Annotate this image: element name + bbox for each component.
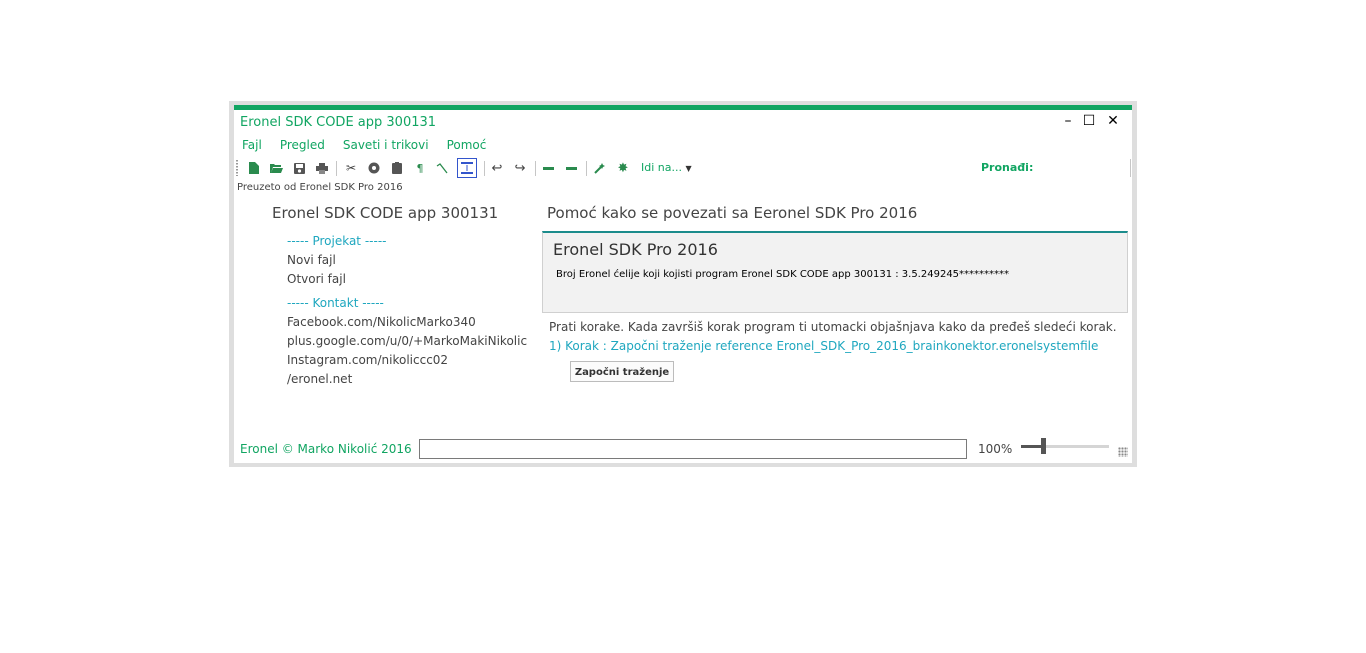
step-link[interactable]: 1) Korak : Započni traženje reference Er… bbox=[549, 339, 1098, 353]
zoom-slider-fill bbox=[1021, 445, 1043, 448]
contacts-header: ----- Kontakt ----- bbox=[287, 296, 384, 310]
title-accent-bar bbox=[234, 105, 1132, 110]
window-title: Eronel SDK CODE app 300131 bbox=[240, 115, 437, 130]
paste-icon[interactable] bbox=[389, 160, 405, 176]
line-tool-icon[interactable] bbox=[434, 160, 450, 176]
source-note: Preuzeto od Eronel SDK Pro 2016 bbox=[237, 182, 403, 193]
toolbar-grip[interactable] bbox=[236, 160, 238, 176]
link-website[interactable]: /eronel.net bbox=[287, 372, 352, 386]
zoom-slider[interactable] bbox=[1021, 438, 1109, 454]
start-search-button[interactable]: Započni traženje bbox=[570, 361, 674, 382]
link-new-file[interactable]: Novi fajl bbox=[287, 253, 336, 267]
minus-icon[interactable] bbox=[540, 160, 556, 176]
link-google-plus[interactable]: plus.google.com/u/0/+MarkoMakiNikolic bbox=[287, 334, 527, 348]
toolbar-separator bbox=[336, 161, 337, 176]
link-open-file[interactable]: Otvori fajl bbox=[287, 272, 346, 286]
undo-icon[interactable]: ↩ bbox=[489, 160, 505, 176]
chevron-down-icon: ▼ bbox=[685, 164, 692, 173]
instructions-text: Prati korake. Kada završiš korak program… bbox=[549, 320, 1117, 334]
link-facebook[interactable]: Facebook.com/NikolicMarko340 bbox=[287, 315, 476, 329]
menu-fajl[interactable]: Fajl bbox=[242, 136, 262, 154]
status-input[interactable] bbox=[419, 439, 967, 459]
star-icon[interactable]: ✸ bbox=[615, 160, 631, 176]
copyright-text: Eronel © Marko Nikolić 2016 bbox=[240, 442, 412, 456]
app-window: Eronel SDK CODE app 300131 – ☐ ✕ Fajl Pr… bbox=[234, 105, 1132, 463]
redo-icon[interactable]: ↪ bbox=[512, 160, 528, 176]
toolbar-separator bbox=[586, 161, 587, 176]
minus-icon[interactable] bbox=[563, 160, 579, 176]
info-box-text: Broj Eronel ćelije koji kojisti program … bbox=[556, 269, 1010, 280]
toolbar-end bbox=[1130, 159, 1131, 177]
print-icon[interactable] bbox=[314, 160, 330, 176]
left-panel-title: Eronel SDK CODE app 300131 bbox=[272, 204, 499, 222]
menu-pomoc[interactable]: Pomoć bbox=[447, 136, 487, 154]
toolbar: ✂ ¶ ↩ ↪ ✸ Idi na... ▼ Pronađi: bbox=[234, 158, 1132, 178]
menu-saveti[interactable]: Saveti i trikovi bbox=[343, 136, 429, 154]
info-box-title: Eronel SDK Pro 2016 bbox=[553, 240, 718, 259]
menu-bar: Fajl Pregled Saveti i trikovi Pomoć bbox=[242, 136, 504, 154]
close-button[interactable]: ✕ bbox=[1102, 112, 1124, 130]
projects-header: ----- Projekat ----- bbox=[287, 234, 387, 248]
zoom-slider-thumb[interactable] bbox=[1041, 438, 1046, 454]
goto-label: Idi na... bbox=[641, 161, 682, 174]
resize-grip[interactable] bbox=[1118, 447, 1128, 457]
new-file-icon[interactable] bbox=[246, 160, 262, 176]
minimize-button[interactable]: – bbox=[1057, 112, 1079, 130]
magic-brush-icon[interactable] bbox=[592, 160, 608, 176]
maximize-button[interactable]: ☐ bbox=[1078, 112, 1100, 130]
code-block-icon[interactable] bbox=[457, 158, 477, 178]
info-box: Eronel SDK Pro 2016 Broj Eronel ćelije k… bbox=[542, 231, 1128, 313]
zoom-level: 100% bbox=[978, 442, 1013, 456]
paragraph-icon[interactable]: ¶ bbox=[412, 160, 428, 176]
cut-icon[interactable]: ✂ bbox=[343, 160, 359, 176]
toolbar-separator bbox=[484, 161, 485, 176]
link-instagram[interactable]: Instagram.com/nikoliccc02 bbox=[287, 353, 448, 367]
toolbar-separator bbox=[535, 161, 536, 176]
record-icon[interactable] bbox=[366, 160, 382, 176]
save-icon[interactable] bbox=[291, 160, 307, 176]
find-label: Pronađi: bbox=[981, 161, 1034, 174]
menu-pregled[interactable]: Pregled bbox=[280, 136, 325, 154]
open-folder-icon[interactable] bbox=[268, 160, 284, 176]
help-title: Pomoć kako se povezati sa Eeronel SDK Pr… bbox=[547, 204, 918, 222]
goto-dropdown[interactable]: Idi na... ▼ bbox=[641, 161, 692, 174]
